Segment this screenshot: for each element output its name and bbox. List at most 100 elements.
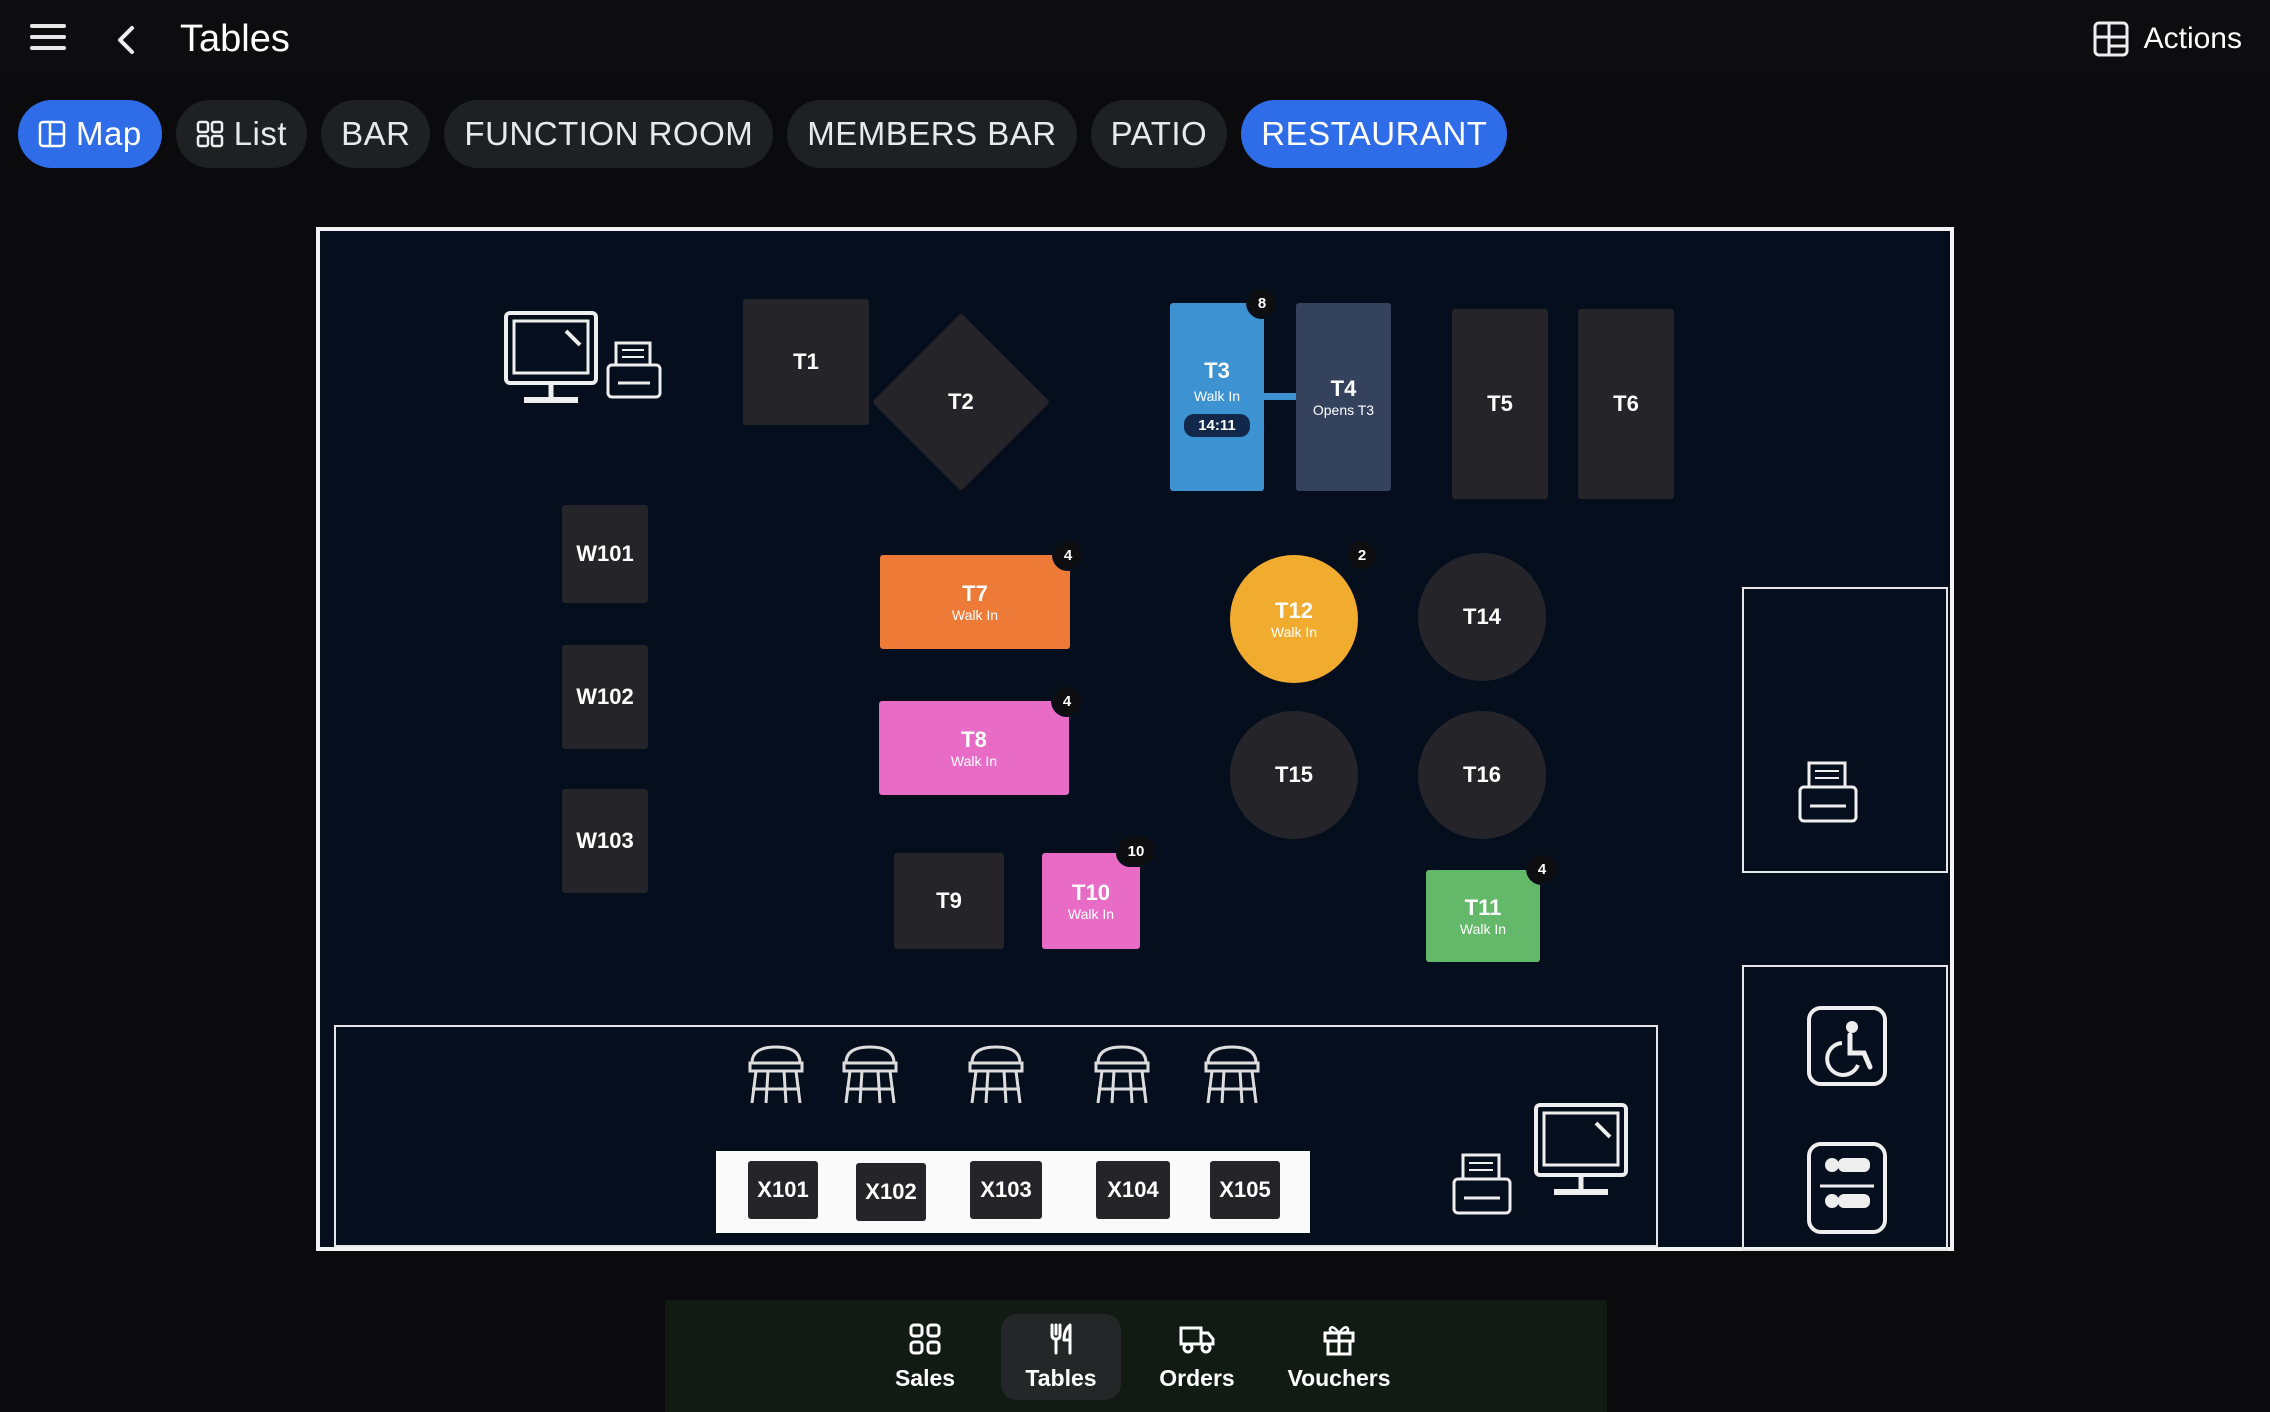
restrooms-zone	[1742, 965, 1948, 1251]
table-name: T1	[793, 349, 819, 374]
tab-map-label: Map	[76, 115, 142, 152]
tab-patio[interactable]: PATIO	[1090, 100, 1228, 168]
nav-vouchers-label: Vouchers	[1287, 1365, 1391, 1391]
table-status: Walk In	[1270, 624, 1318, 640]
table-name: T8	[961, 727, 987, 752]
tab-bar[interactable]: BAR	[321, 100, 431, 168]
actions-button[interactable]: Actions	[2092, 14, 2242, 64]
covers-badge: 4	[1051, 685, 1083, 717]
nav-orders[interactable]: Orders	[1137, 1322, 1257, 1392]
table-t3[interactable]: T3 Walk In 14:11	[1170, 303, 1264, 491]
printer-icon	[606, 341, 662, 399]
nav-orders-label: Orders	[1159, 1365, 1235, 1391]
table-t6[interactable]: T6	[1578, 309, 1674, 499]
table-status: Walk In	[950, 753, 998, 769]
service-station-zone	[1742, 587, 1948, 873]
table-t9[interactable]: T9	[894, 853, 1004, 949]
table-timer: 14:11	[1184, 413, 1250, 437]
table-t5[interactable]: T5	[1452, 309, 1548, 499]
table-name: T15	[1275, 762, 1313, 787]
table-t1[interactable]: T1	[743, 299, 869, 425]
accessible-restroom-icon	[1807, 1006, 1887, 1086]
table-status: Walk In	[951, 607, 999, 623]
covers-badge: 8	[1246, 287, 1278, 319]
bar-stool-icon	[748, 1045, 804, 1104]
table-join-link	[1264, 393, 1298, 400]
table-x101[interactable]: X101	[748, 1161, 818, 1219]
view-and-area-tabs: Map List BAR FUNCTION ROOM MEMBERS BAR P…	[18, 100, 1508, 170]
table-status: Walk In	[1067, 906, 1115, 922]
printer-icon	[1798, 761, 1858, 823]
table-w101[interactable]: W101	[562, 505, 648, 603]
tab-members-bar[interactable]: MEMBERS BAR	[787, 100, 1077, 168]
table-name: T6	[1613, 391, 1639, 416]
nav-sales[interactable]: Sales	[865, 1322, 985, 1392]
table-w102[interactable]: W102	[562, 645, 648, 749]
top-app-bar: Tables Actions	[0, 0, 2270, 78]
table-x102[interactable]: X102	[856, 1163, 926, 1221]
restroom-people-icon	[1807, 1142, 1887, 1234]
table-name: T14	[1463, 604, 1501, 629]
table-x105[interactable]: X105	[1210, 1161, 1280, 1219]
bar-stool-icon	[1204, 1045, 1260, 1104]
table-t16[interactable]: T16	[1418, 711, 1546, 839]
table-name: T7	[962, 581, 988, 606]
bar-stool-icon	[1094, 1045, 1150, 1104]
table-name: T5	[1487, 391, 1513, 416]
table-status: Opens T3	[1312, 402, 1375, 418]
back-arrow-icon[interactable]	[108, 20, 148, 60]
nav-vouchers[interactable]: Vouchers	[1279, 1322, 1399, 1392]
covers-badge: 10	[1116, 835, 1156, 867]
grid-icon	[909, 1323, 941, 1355]
table-name: W101	[576, 541, 634, 566]
table-name: T4	[1330, 376, 1357, 401]
bottom-navigation: Sales Tables Orders Vouchers	[665, 1300, 1607, 1412]
table-t12[interactable]: T12 Walk In	[1230, 555, 1358, 683]
tab-function-room[interactable]: FUNCTION ROOM	[444, 100, 774, 168]
layout-icon	[2093, 21, 2129, 57]
table-t4[interactable]: T4 Opens T3	[1296, 303, 1391, 491]
table-name: T10	[1072, 880, 1110, 905]
table-name: T9	[936, 888, 962, 913]
table-t8[interactable]: T8 Walk In	[879, 701, 1069, 795]
table-t2[interactable]: T2	[871, 312, 1051, 492]
bar-stool-icon	[842, 1045, 898, 1104]
nav-sales-label: Sales	[894, 1365, 956, 1391]
pos-terminal-icon	[1534, 1103, 1628, 1195]
tab-list-label: List	[233, 115, 288, 152]
covers-badge: 2	[1346, 539, 1378, 571]
nav-tables[interactable]: Tables	[1001, 1314, 1121, 1400]
covers-badge: 4	[1526, 853, 1558, 885]
table-name: T3	[1204, 357, 1230, 383]
covers-badge: 4	[1052, 539, 1084, 571]
tab-map[interactable]: Map	[18, 100, 162, 168]
nav-tables-label: Tables	[1025, 1365, 1097, 1391]
table-t14[interactable]: T14	[1418, 553, 1546, 681]
pos-terminal-icon	[504, 311, 598, 403]
table-w103[interactable]: W103	[562, 789, 648, 893]
table-name: T2	[948, 389, 974, 414]
table-name: W102	[576, 684, 634, 709]
table-status: Walk In	[1459, 921, 1507, 937]
table-status: Walk In	[1193, 387, 1241, 404]
table-x104[interactable]: X104	[1096, 1161, 1170, 1219]
map-icon	[38, 120, 66, 148]
table-t7[interactable]: T7 Walk In	[880, 555, 1070, 649]
bar-stool-icon	[968, 1045, 1024, 1104]
grid-icon	[196, 120, 223, 148]
bar-counter-zone: X101 X102 X103 X104 X105	[334, 1025, 1658, 1247]
tab-list[interactable]: List	[175, 100, 308, 168]
table-t11[interactable]: T11 Walk In	[1426, 870, 1540, 962]
printer-icon	[1452, 1153, 1512, 1215]
gift-icon	[1323, 1325, 1355, 1356]
floor-plan: T1 T2 T3 Walk In 14:11 8 T4 Opens T3 T5 …	[316, 227, 1954, 1251]
table-t10[interactable]: T10 Walk In	[1042, 853, 1140, 949]
table-name: T11	[1464, 895, 1502, 920]
delivery-truck-icon	[1179, 1326, 1215, 1354]
menu-icon[interactable]	[30, 24, 66, 54]
table-name: W103	[576, 828, 634, 853]
table-x103[interactable]: X103	[970, 1161, 1042, 1219]
table-t15[interactable]: T15	[1230, 711, 1358, 839]
table-name: T12	[1275, 598, 1313, 623]
tab-restaurant[interactable]: RESTAURANT	[1241, 100, 1508, 168]
